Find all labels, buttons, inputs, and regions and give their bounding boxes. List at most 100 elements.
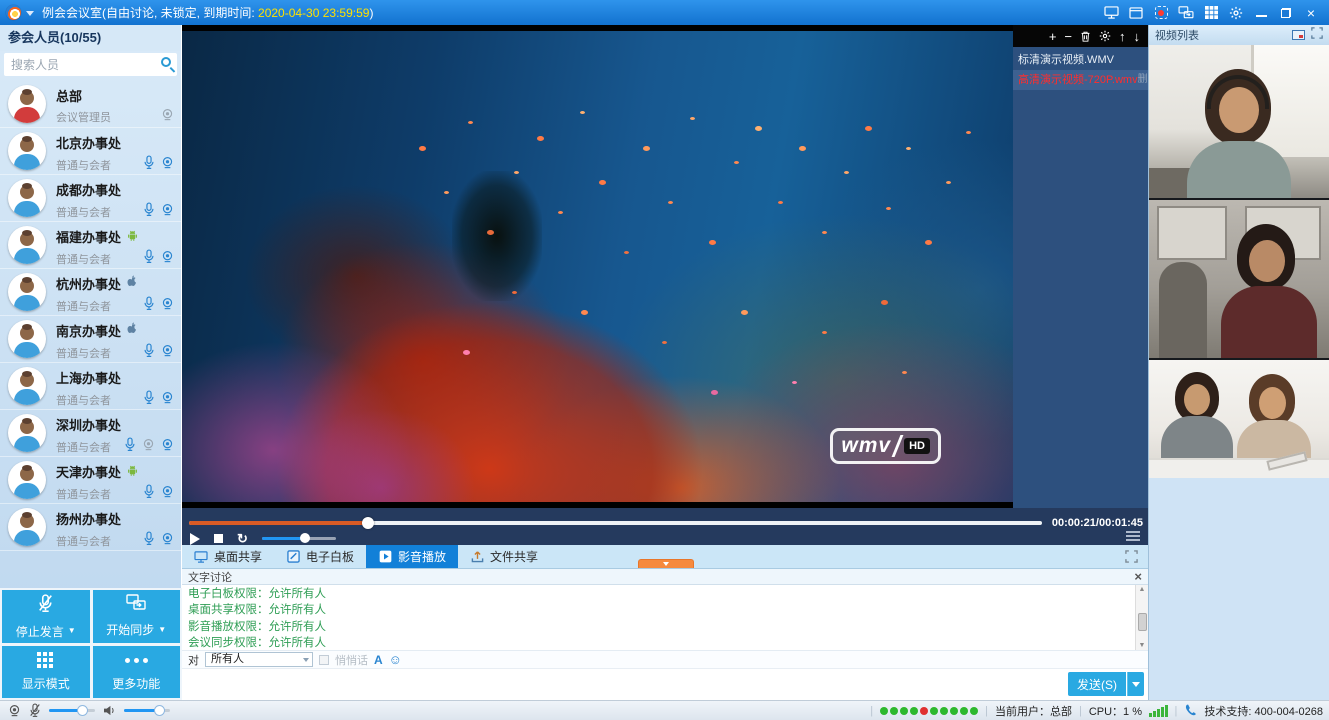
speaker-icon[interactable] [103,705,116,716]
send-options-dropdown[interactable] [1127,672,1144,696]
video-list-panel: 视频列表 [1148,25,1329,700]
expand-panel-icon[interactable] [1311,26,1323,44]
participant-row[interactable]: 深圳办事处 普通与会者 [0,410,182,457]
emoji-icon[interactable]: ☺ [389,653,402,666]
participants-header: 参会人员(10/55) [0,25,181,51]
mic-icon[interactable] [143,390,155,410]
video-playback-area[interactable]: wmv HD [182,25,1013,508]
webcam-icon[interactable] [161,391,174,409]
chat-scrollbar[interactable]: ▲ ▼ [1135,585,1148,651]
expiry-time: 2020-04-30 23:59:59 [258,6,369,20]
move-down-icon[interactable]: ↓ [1134,30,1141,43]
record-icon[interactable] [1153,5,1169,20]
participant-row[interactable]: 成都办事处 普通与会者 [0,175,182,222]
webcam-icon[interactable] [161,156,174,174]
restore-button[interactable] [1278,5,1294,20]
mic-icon[interactable] [143,155,155,175]
desktop-share-icon[interactable] [1103,5,1119,20]
tab-whiteboard[interactable]: 电子白板 [274,545,366,568]
mic-icon[interactable] [124,437,136,457]
chat-collapse-handle[interactable] [638,559,694,568]
play-button[interactable] [190,533,200,545]
tab-desktop-share[interactable]: 桌面共享 [182,545,274,568]
mic-muted-icon[interactable] [29,703,41,718]
participant-row[interactable]: 扬州办事处 普通与会者 [0,504,182,551]
webcam-icon[interactable] [161,344,174,362]
start-sync-button[interactable]: 开始同步▼ [93,590,181,643]
webcam-gray-icon[interactable] [161,108,174,126]
playlist-item[interactable]: 标清演示视频.WMV [1013,50,1148,70]
mic-icon[interactable] [143,484,155,504]
move-up-icon[interactable]: ↑ [1119,30,1126,43]
volume-slider[interactable] [262,537,336,540]
add-media-icon[interactable]: + [1049,30,1057,43]
seek-thumb[interactable] [362,517,374,529]
participant-row[interactable]: 总部 会议管理员 [0,81,182,128]
scroll-up-icon[interactable]: ▲ [1136,585,1148,595]
webcam-icon[interactable] [161,203,174,221]
mic-icon[interactable] [143,202,155,222]
trash-icon[interactable] [1080,30,1091,43]
webcam-icon[interactable] [161,297,174,315]
window-share-icon[interactable] [1128,5,1144,20]
stop-button[interactable] [214,534,223,543]
participant-row[interactable]: 北京办事处 普通与会者 [0,128,182,175]
mic-icon[interactable] [143,296,155,316]
webcam-gray-icon[interactable] [142,438,155,456]
tab-file-share[interactable]: 文件共享 [458,545,550,568]
seek-bar[interactable] [189,521,1042,525]
playlist-item[interactable]: 高清演示视频-720P.wmv 删除 [1013,70,1148,90]
webcam-icon[interactable] [161,485,174,503]
fullscreen-icon[interactable] [1125,550,1138,568]
mic-icon[interactable] [143,249,155,269]
scroll-down-icon[interactable]: ▼ [1136,641,1148,651]
more-features-button[interactable]: 更多功能 [93,646,181,699]
minimize-button[interactable] [1253,5,1269,20]
search-icon[interactable] [161,57,171,67]
playlist-toggle-icon[interactable] [1126,531,1140,541]
participant-row[interactable]: 南京办事处 普通与会者 [0,316,182,363]
replay-icon[interactable]: ↻ [237,532,248,545]
title-bar: 例会会议室(自由讨论, 未锁定, 到期时间: 2020-04-30 23:59:… [0,0,1329,25]
video-monitor-icon[interactable] [1292,30,1305,40]
playlist-settings-icon[interactable] [1099,30,1111,42]
media-area: wmv HD + − ↑ ↓ [182,25,1148,700]
video-feed-1[interactable] [1149,45,1329,200]
speaker-volume-slider[interactable] [124,709,170,712]
remove-media-icon[interactable]: − [1064,30,1072,43]
video-feed-2[interactable] [1149,200,1329,360]
webcam-status-icon[interactable] [8,704,21,717]
webcam-icon[interactable] [161,250,174,268]
webcam-icon[interactable] [161,438,174,456]
participant-row[interactable]: 天津办事处 普通与会者 [0,457,182,504]
send-button[interactable]: 发送(S) [1068,672,1126,696]
tab-media-playback[interactable]: 影音播放 [366,545,458,568]
search-input[interactable] [4,53,177,76]
recipient-select[interactable]: 所有人 [205,652,313,667]
desktop-share-icon [194,550,208,563]
mic-icon[interactable] [143,531,155,551]
mic-icon[interactable] [143,343,155,363]
close-button[interactable]: × [1303,5,1319,20]
display-mode-icon[interactable] [1203,5,1219,20]
video-feed-3[interactable] [1149,360,1329,478]
media-file-name: 高清演示视频-720P.wmv [1018,70,1138,90]
app-logo-icon[interactable] [6,5,21,20]
participant-row[interactable]: 上海办事处 普通与会者 [0,363,182,410]
webcam-icon[interactable] [161,532,174,550]
display-mode-button[interactable]: 显示模式 [2,646,90,699]
app-menu-caret-icon[interactable] [26,11,34,16]
avatar [8,132,46,170]
scrollbar-thumb[interactable] [1138,613,1147,631]
chat-message-input[interactable] [182,669,1148,700]
whisper-checkbox[interactable] [319,655,329,665]
chat-close-icon[interactable]: × [1134,570,1142,583]
mic-volume-slider[interactable] [49,709,95,712]
participant-row[interactable]: 杭州办事处 普通与会者 [0,269,182,316]
font-color-icon[interactable]: A [374,653,383,667]
stop-speaking-button[interactable]: 停止发言▼ [2,590,90,643]
sync-screens-icon[interactable] [1178,5,1194,20]
volume-thumb[interactable] [300,533,310,543]
settings-gear-icon[interactable] [1228,5,1244,20]
participant-row[interactable]: 福建办事处 普通与会者 [0,222,182,269]
